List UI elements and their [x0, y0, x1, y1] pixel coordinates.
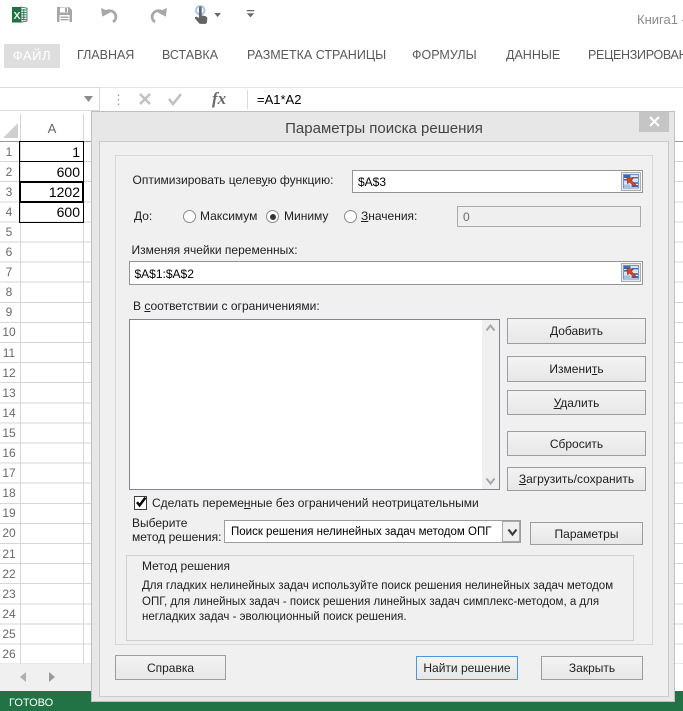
svg-text:X: X: [13, 10, 20, 22]
